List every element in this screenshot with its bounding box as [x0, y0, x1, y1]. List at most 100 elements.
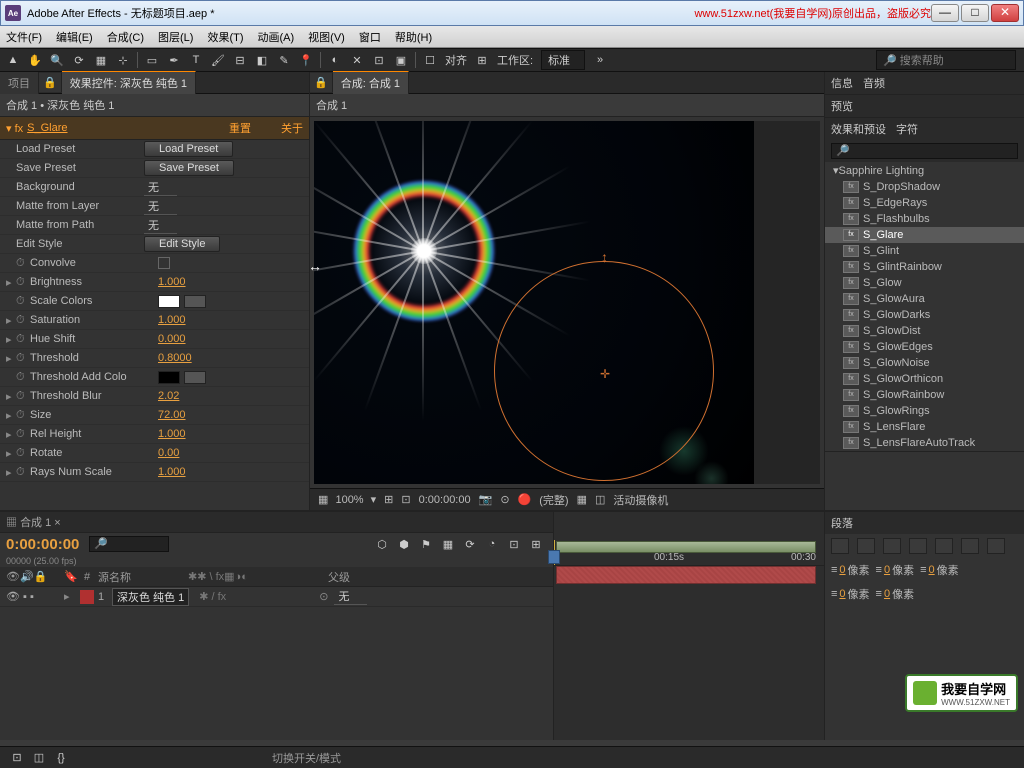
foot-1[interactable]: ⊡	[7, 749, 27, 767]
tree-item[interactable]: fxS_GlowRainbow	[825, 387, 1024, 403]
layer-name[interactable]: 深灰色 纯色 1	[112, 588, 189, 606]
tl-btn-3[interactable]: ⚑	[416, 535, 436, 553]
rays-value[interactable]: 1.000	[158, 466, 186, 478]
layer-color[interactable]	[80, 590, 94, 604]
menu-window[interactable]: 窗口	[359, 29, 381, 45]
tl-btn-8[interactable]: ⊞	[526, 535, 546, 553]
misc-2[interactable]: ✕	[347, 51, 367, 69]
align-left-button[interactable]	[831, 538, 849, 554]
menu-anim[interactable]: 动画(A)	[258, 29, 295, 45]
tab-timeline[interactable]: ▦ 合成 1 ×	[6, 514, 61, 530]
tab-project[interactable]: 项目	[0, 72, 39, 94]
tree-item[interactable]: fxS_LensFlare	[825, 419, 1024, 435]
saturation-value[interactable]: 1.000	[158, 314, 186, 326]
background-dropdown[interactable]: 无	[144, 179, 177, 196]
workarea-dropdown[interactable]: 标准	[541, 50, 585, 70]
misc-3[interactable]: ⊡	[369, 51, 389, 69]
camera-tool[interactable]: ▦	[91, 51, 111, 69]
pin-tool[interactable]: 📍	[296, 51, 316, 69]
work-area-bar[interactable]	[556, 541, 816, 553]
tree-item[interactable]: fxS_GlowRings	[825, 403, 1024, 419]
tab-character[interactable]: 字符	[896, 121, 918, 137]
transparency-icon[interactable]: ◫	[595, 493, 605, 506]
threshold-add-swatch[interactable]	[158, 371, 180, 384]
threshold-value[interactable]: 0.8000	[158, 352, 192, 364]
selection-tool[interactable]: ▲	[3, 51, 23, 69]
tree-item[interactable]: fxS_GlowAura	[825, 291, 1024, 307]
text-tool[interactable]: T	[186, 51, 206, 69]
workarea-menu[interactable]: »	[590, 51, 610, 69]
tree-item[interactable]: fxS_GlowNoise	[825, 355, 1024, 371]
tl-btn-7[interactable]: ⊡	[504, 535, 524, 553]
convolve-checkbox[interactable]	[158, 257, 170, 269]
menu-help[interactable]: 帮助(H)	[395, 29, 432, 45]
tab-audio[interactable]: 音频	[863, 75, 885, 91]
effect-header[interactable]: ▾ fx S_Glare 重置 关于	[0, 117, 309, 140]
hand-tool[interactable]: ✋	[25, 51, 45, 69]
justify-right-button[interactable]	[961, 538, 979, 554]
tl-btn-2[interactable]: ⬢	[394, 535, 414, 553]
threshold-blur-value[interactable]: 2.02	[158, 390, 179, 402]
resolution-dropdown[interactable]: (完整)	[539, 492, 568, 508]
tree-item[interactable]: fxS_GlowDist	[825, 323, 1024, 339]
save-preset-button[interactable]: Save Preset	[144, 160, 234, 176]
eyedropper-icon[interactable]	[184, 295, 206, 308]
layer-duration-bar[interactable]	[556, 566, 816, 584]
parent-dropdown[interactable]: 无	[334, 588, 367, 605]
align-right-button[interactable]	[883, 538, 901, 554]
tree-item[interactable]: fxS_GlowOrthicon	[825, 371, 1024, 387]
zoom-tool[interactable]: 🔍	[47, 51, 67, 69]
tree-item[interactable]: fxS_GlowDarks	[825, 307, 1024, 323]
tree-item[interactable]: fxS_GlintRainbow	[825, 259, 1024, 275]
effect-gizmo-arrow[interactable]: ↕	[601, 249, 608, 265]
snapshot-icon[interactable]: 📷	[479, 493, 493, 506]
brush-tool[interactable]: 🖌	[208, 51, 228, 69]
edit-style-button[interactable]: Edit Style	[144, 236, 220, 252]
foot-3[interactable]: {}	[51, 749, 71, 767]
size-value[interactable]: 72.00	[158, 409, 186, 421]
tree-item[interactable]: fxS_DropShadow	[825, 179, 1024, 195]
tree-item[interactable]: fxS_EdgeRays	[825, 195, 1024, 211]
current-time[interactable]: 0:00:00:00	[419, 494, 471, 506]
hue-value[interactable]: 0.000	[158, 333, 186, 345]
menu-view[interactable]: 视图(V)	[308, 29, 345, 45]
stamp-tool[interactable]: ⊟	[230, 51, 250, 69]
help-search[interactable]: 🔎 搜索帮助	[876, 50, 1016, 70]
eraser-tool[interactable]: ◧	[252, 51, 272, 69]
close-button[interactable]: ✕	[991, 4, 1019, 22]
timeline-search[interactable]	[89, 536, 169, 552]
misc-5[interactable]: ⊞	[472, 51, 492, 69]
resolution-btn[interactable]: ⊞	[384, 493, 393, 506]
menu-edit[interactable]: 编辑(E)	[56, 29, 93, 45]
align-center-button[interactable]	[857, 538, 875, 554]
effect-gizmo-center[interactable]: ✛	[600, 367, 610, 381]
foot-2[interactable]: ◫	[29, 749, 49, 767]
menu-file[interactable]: 文件(F)	[6, 29, 42, 45]
roi-icon[interactable]: ▦	[577, 493, 587, 506]
rotate-tool[interactable]: ⟳	[69, 51, 89, 69]
minimize-button[interactable]: —	[931, 4, 959, 22]
rect-tool[interactable]: ▭	[142, 51, 162, 69]
timeline-track-area[interactable]: 00:15s 00:30	[554, 512, 824, 740]
grid-btn[interactable]: ⊡	[401, 493, 410, 506]
channel-icon[interactable]: ⊙	[500, 493, 509, 506]
panel-lock-icon[interactable]: 🔒	[39, 73, 62, 92]
justify-center-button[interactable]	[935, 538, 953, 554]
tree-item[interactable]: fxS_Glow	[825, 275, 1024, 291]
misc-1[interactable]: ◐	[325, 51, 345, 69]
anchor-tool[interactable]: ⊹	[113, 51, 133, 69]
misc-4[interactable]: ▣	[391, 51, 411, 69]
scale-colors-swatch[interactable]	[158, 295, 180, 308]
tree-item[interactable]: fxS_GlowEdges	[825, 339, 1024, 355]
tl-btn-1[interactable]: ⬡	[372, 535, 392, 553]
tree-item[interactable]: fxS_Glare	[825, 227, 1024, 243]
tree-item[interactable]: fxS_Glint	[825, 243, 1024, 259]
maximize-button[interactable]: □	[961, 4, 989, 22]
eyedropper-icon-2[interactable]	[184, 371, 206, 384]
tab-paragraph[interactable]: 段落	[831, 515, 853, 531]
tree-item[interactable]: fxS_LensFlareAutoTrack	[825, 435, 1024, 451]
load-preset-button[interactable]: Load Preset	[144, 141, 233, 157]
matte-layer-dropdown[interactable]: 无	[144, 198, 177, 215]
tab-effects-presets[interactable]: 效果和预设	[831, 121, 886, 137]
menu-layer[interactable]: 图层(L)	[158, 29, 193, 45]
